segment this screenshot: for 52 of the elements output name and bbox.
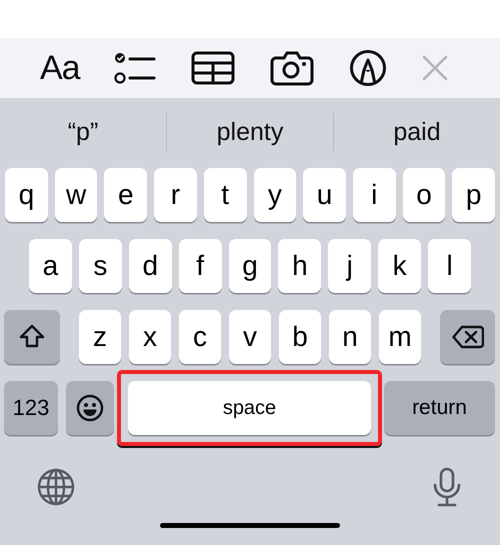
letter-key[interactable]: c: [179, 310, 221, 364]
emoji-key[interactable]: [66, 381, 114, 435]
letter-key[interactable]: z: [79, 310, 121, 364]
space-key[interactable]: space: [128, 381, 371, 435]
letter-key[interactable]: e: [104, 168, 148, 222]
microphone-button[interactable]: [432, 467, 462, 507]
shift-key[interactable]: [4, 310, 60, 364]
letter-key[interactable]: f: [178, 239, 222, 293]
globe-icon: [37, 468, 75, 506]
microphone-icon: [432, 467, 462, 507]
letter-key[interactable]: b: [279, 310, 321, 364]
camera-icon: [270, 50, 314, 86]
checklist-button[interactable]: [114, 51, 156, 85]
letter-key[interactable]: l: [428, 239, 472, 293]
letter-key[interactable]: r: [154, 168, 197, 222]
suggestion[interactable]: paid: [334, 118, 500, 146]
letter-key[interactable]: q: [5, 168, 48, 222]
checklist-icon: [114, 51, 156, 85]
smiley-icon: [76, 394, 104, 422]
letter-key[interactable]: n: [329, 310, 371, 364]
letter-key[interactable]: k: [378, 239, 422, 293]
letter-key[interactable]: m: [379, 310, 421, 364]
letter-key[interactable]: t: [204, 168, 247, 222]
letter-key[interactable]: i: [352, 168, 396, 222]
letter-key[interactable]: p: [452, 168, 496, 222]
letter-key[interactable]: v: [229, 310, 271, 364]
globe-button[interactable]: [37, 468, 75, 506]
letter-key[interactable]: u: [303, 168, 346, 222]
letter-key[interactable]: o: [402, 168, 446, 222]
numbers-key[interactable]: 123: [4, 381, 58, 435]
backspace-key[interactable]: [440, 310, 495, 364]
letter-key[interactable]: a: [29, 239, 72, 293]
letter-key[interactable]: w: [54, 168, 98, 222]
letter-key[interactable]: d: [128, 239, 172, 293]
backspace-icon: [452, 325, 484, 349]
suggestion[interactable]: plenty: [167, 118, 333, 146]
format-button[interactable]: Aa: [40, 48, 80, 88]
letter-key[interactable]: h: [278, 239, 322, 293]
markup-button[interactable]: [349, 49, 388, 87]
table-icon: [191, 51, 236, 85]
suggestion[interactable]: “p”: [0, 118, 166, 146]
pen-tip-icon: [349, 49, 388, 87]
shift-arrow-icon: [19, 324, 45, 350]
letter-key[interactable]: g: [228, 239, 272, 293]
return-key[interactable]: return: [384, 381, 495, 435]
letter-key[interactable]: x: [129, 310, 171, 364]
camera-button[interactable]: [270, 50, 314, 86]
letter-key[interactable]: j: [328, 239, 372, 293]
letter-key[interactable]: y: [254, 168, 296, 222]
close-icon: [422, 55, 448, 81]
table-button[interactable]: [191, 51, 236, 85]
letter-key[interactable]: s: [78, 239, 122, 293]
